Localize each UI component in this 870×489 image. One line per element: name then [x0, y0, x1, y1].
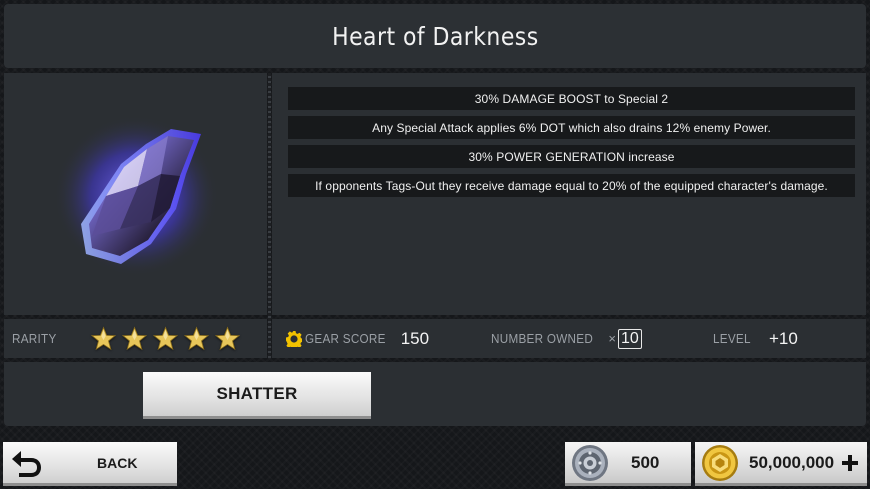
gold-currency-display[interactable]: 50,000,000	[695, 442, 867, 486]
number-owned: NUMBER OWNED × 10	[491, 319, 642, 358]
rarity-label: RARITY	[12, 331, 57, 346]
stat-row: 30% DAMAGE BOOST to Special 2	[288, 87, 855, 110]
number-owned-value: 10	[617, 328, 642, 349]
gear-image-panel	[4, 73, 267, 315]
panel-divider	[268, 73, 271, 358]
gear-score-value: 150	[400, 328, 430, 348]
stat-row: Any Special Attack applies 6% DOT which …	[288, 116, 855, 139]
dark-crystal-shard-icon	[53, 116, 218, 276]
level-label: LEVEL	[713, 331, 751, 346]
gold-coin-icon	[702, 444, 738, 481]
number-owned-label: NUMBER OWNED	[491, 331, 594, 346]
star-icon	[91, 326, 117, 351]
silver-amount: 500	[631, 452, 660, 472]
gear-stats-panel: 30% DAMAGE BOOST to Special 2 Any Specia…	[272, 73, 866, 315]
gear-info-panel: GEAR SCORE 150 NUMBER OWNED × 10 LEVEL +…	[272, 319, 866, 358]
gold-amount: 50,000,000	[749, 452, 835, 472]
rarity-panel: RARITY	[4, 319, 267, 358]
title-bar: Heart of Darkness	[4, 4, 866, 68]
add-currency-icon[interactable]	[842, 454, 859, 471]
star-icon	[184, 326, 210, 351]
number-owned-prefix: ×	[608, 331, 616, 346]
rarity-stars	[91, 326, 241, 351]
stat-row: 30% POWER GENERATION increase	[288, 145, 855, 168]
action-panel: SHATTER	[4, 362, 866, 426]
star-icon	[122, 326, 148, 351]
silver-currency-display[interactable]: 500	[565, 442, 691, 486]
back-button[interactable]: BACK	[3, 442, 177, 486]
level-value: +10	[768, 328, 798, 348]
star-icon	[215, 326, 241, 351]
silver-coin-icon	[572, 444, 608, 481]
back-arrow-icon	[12, 450, 41, 477]
shatter-button[interactable]: SHATTER	[143, 372, 371, 419]
stat-row: If opponents Tags-Out they receive damag…	[288, 174, 855, 197]
level: LEVEL +10	[713, 319, 798, 358]
gear-score-label: GEAR SCORE	[305, 331, 386, 346]
star-icon	[153, 326, 179, 351]
gear-score-icon	[286, 330, 302, 347]
gear-score: GEAR SCORE 150	[286, 319, 429, 358]
page-title: Heart of Darkness	[331, 21, 539, 51]
back-label: BACK	[97, 454, 138, 471]
